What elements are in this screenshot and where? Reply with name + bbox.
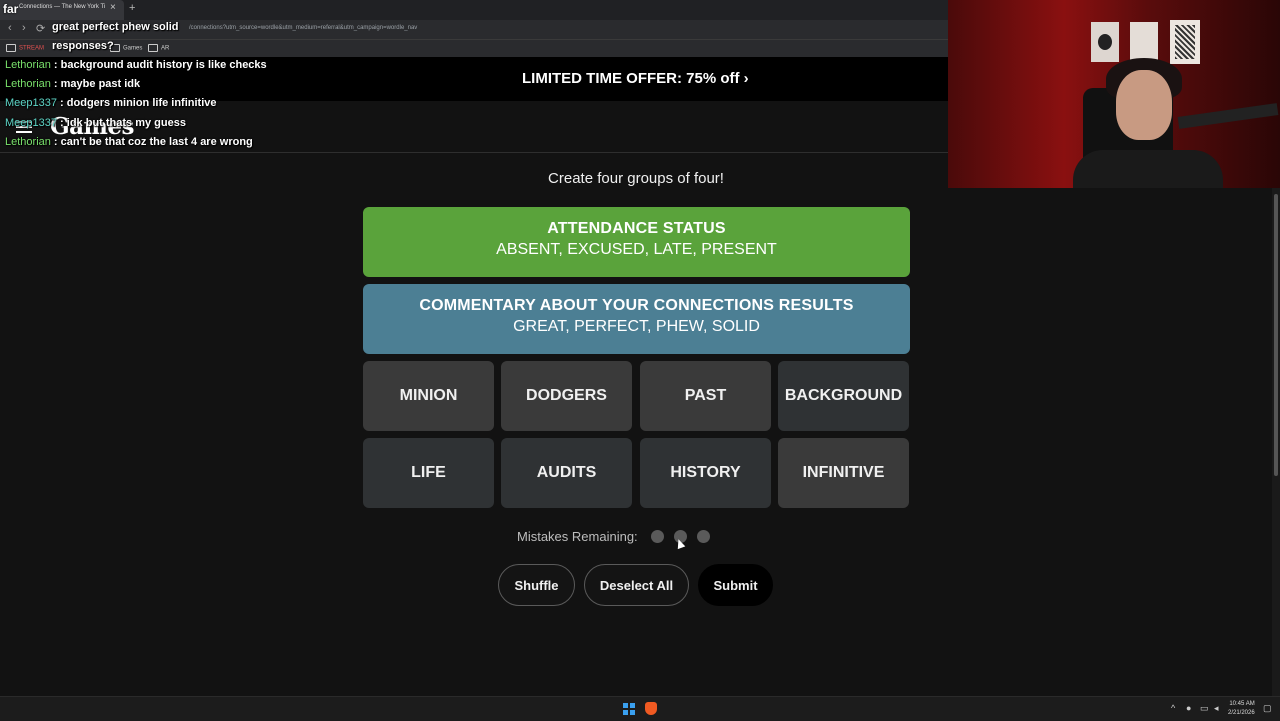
volume-icon[interactable]: ◂ (1214, 703, 1219, 714)
webcam-feed (948, 0, 1280, 188)
word-tile-audits[interactable]: AUDITS (501, 438, 632, 508)
mic-arm (1177, 103, 1279, 129)
word-tile-background[interactable]: BACKGROUND (778, 361, 909, 431)
bookmarks-bar: STREAM Games AR (0, 39, 948, 58)
word-tile-life[interactable]: LIFE (363, 438, 494, 508)
notification-icon[interactable]: ▢ (1263, 703, 1272, 714)
chat-text: idk but thats my guess (66, 117, 186, 129)
wall-art (1130, 22, 1158, 62)
scrollbar-thumb[interactable] (1274, 194, 1278, 476)
mistake-dot (651, 530, 664, 543)
solved-group-attendance: ATTENDANCE STATUS ABSENT, EXCUSED, LATE,… (363, 207, 910, 277)
chat-message: Lethorian : background audit history is … (5, 59, 267, 71)
overlay-line-1: great perfect phew solid (52, 21, 179, 33)
mistakes-remaining-label: Mistakes Remaining: (517, 529, 638, 544)
wall-art (1091, 22, 1119, 62)
chat-message: Meep1337 : idk but thats my guess (5, 117, 186, 129)
streamer-face (1116, 70, 1172, 140)
brave-browser-icon[interactable] (645, 702, 657, 715)
windows-taskbar: ^ ● ▭ ◂ 10:45 AM 2/21/2026 ▢ (0, 696, 1280, 721)
windows-start-icon[interactable] (623, 703, 635, 715)
wall-art (1170, 20, 1200, 64)
group-title: ATTENDANCE STATUS (547, 220, 726, 237)
url-field[interactable]: /connections?utm_source=wordle&utm_mediu… (189, 25, 417, 31)
promo-banner-text[interactable]: LIMITED TIME OFFER: 75% off › (522, 70, 749, 87)
chat-username: Lethorian (5, 59, 51, 71)
clock-date: 2/21/2026 (1228, 710, 1255, 716)
new-tab-icon[interactable]: + (129, 2, 135, 14)
overlay-line-2: responses? (52, 40, 114, 52)
bookmark-stream[interactable]: STREAM (6, 44, 44, 52)
bookmark-games[interactable]: Games (110, 44, 142, 52)
chat-username: Meep1337 (5, 97, 57, 109)
word-tile-history[interactable]: HISTORY (640, 438, 771, 508)
group-words: GREAT, PERFECT, PHEW, SOLID (513, 318, 760, 335)
group-words: ABSENT, EXCUSED, LATE, PRESENT (496, 241, 777, 258)
chat-message: Meep1337 : dodgers minion life infinitiv… (5, 97, 217, 109)
bookmark-games-label: Games (123, 45, 143, 52)
overlay-word: far (3, 2, 19, 16)
word-tile-minion[interactable]: MINION (363, 361, 494, 431)
deselect-all-button[interactable]: Deselect All (584, 564, 689, 606)
tab-title: Connections — The New York Ti (19, 4, 106, 10)
bookmark-ar-label: AR (161, 45, 170, 52)
chat-username: Meep1337 (5, 117, 57, 129)
microphone-icon[interactable]: ● (1186, 703, 1191, 713)
tray-chevron-icon[interactable]: ^ (1171, 703, 1175, 713)
chat-text: maybe past idk (60, 78, 141, 90)
solved-group-commentary: COMMENTARY ABOUT YOUR CONNECTIONS RESULT… (363, 284, 910, 354)
browser-tab-connections[interactable]: Connections — The New York Ti × (0, 0, 124, 20)
mistake-dot (697, 530, 710, 543)
word-tile-infinitive[interactable]: INFINITIVE (778, 438, 909, 508)
reload-icon[interactable]: ⟳ (36, 22, 45, 35)
submit-button[interactable]: Submit (698, 564, 773, 606)
clock-time: 10:45 AM (1229, 701, 1255, 707)
network-icon[interactable]: ▭ (1200, 703, 1209, 714)
close-tab-icon[interactable]: × (110, 2, 116, 13)
chat-text: dodgers minion life infinitive (66, 97, 217, 109)
chat-message: Lethorian : maybe past idk (5, 78, 141, 90)
folder-icon (148, 44, 158, 52)
chat-text: background audit history is like checks (60, 59, 267, 71)
group-title: COMMENTARY ABOUT YOUR CONNECTIONS RESULT… (419, 297, 854, 314)
game-subtitle: Create four groups of four! (548, 170, 724, 187)
chat-text: can't be that coz the last 4 are wrong (60, 136, 253, 148)
browser-tab-bar: Connections — The New York Ti × + (0, 0, 948, 20)
word-tile-past[interactable]: PAST (640, 361, 771, 431)
shuffle-button[interactable]: Shuffle (498, 564, 575, 606)
bookmark-stream-label: STREAM (19, 45, 45, 52)
bookmark-ar[interactable]: AR (148, 44, 169, 52)
forward-icon[interactable]: › (22, 22, 26, 34)
chat-message: Lethorian : can't be that coz the last 4… (5, 136, 253, 148)
system-clock[interactable]: 10:45 AM 2/21/2026 (1228, 700, 1255, 718)
chat-username: Lethorian (5, 78, 51, 90)
chat-username: Lethorian (5, 136, 51, 148)
word-tile-dodgers[interactable]: DODGERS (501, 361, 632, 431)
folder-icon (6, 44, 16, 52)
back-icon[interactable]: ‹ (8, 22, 12, 34)
page-scrollbar[interactable] (1272, 188, 1280, 696)
